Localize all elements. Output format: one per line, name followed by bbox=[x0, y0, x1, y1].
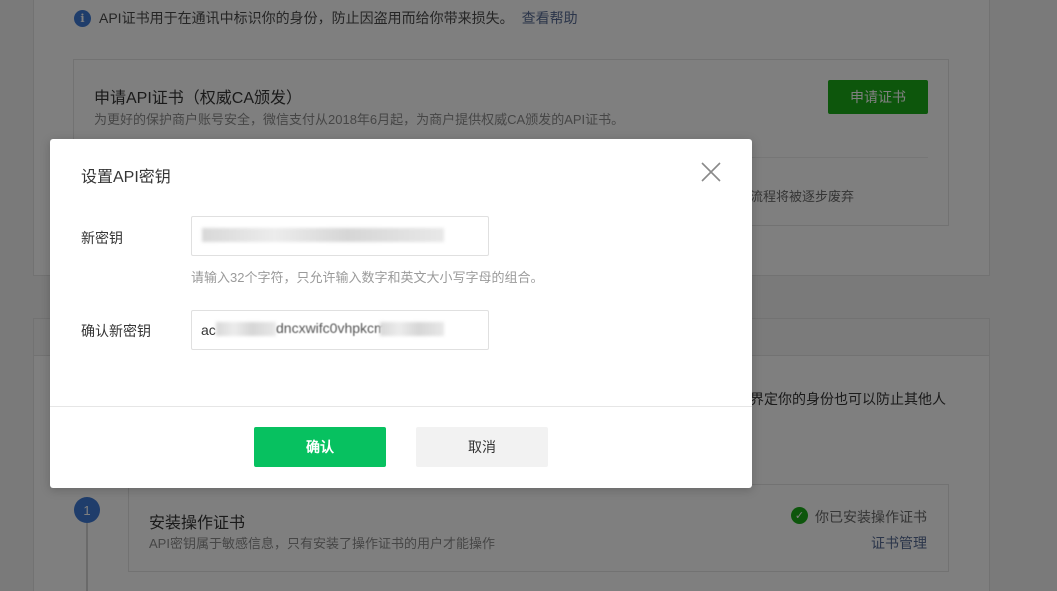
confirm-button[interactable]: 确认 bbox=[254, 427, 386, 467]
confirm-key-visible-tail: dncxwifc0vhpkcm bbox=[276, 320, 386, 336]
key-hint: 请输入32个字符，只允许输入数字和英文大小写字母的组合。 bbox=[191, 270, 544, 285]
set-api-key-dialog: 设置API密钥 新密钥 请输入32个字符，只允许输入数字和英文大小写字母的组合。… bbox=[50, 139, 752, 488]
cancel-button[interactable]: 取消 bbox=[416, 427, 548, 467]
new-key-label: 新密钥 bbox=[81, 230, 123, 246]
confirm-key-redaction-1 bbox=[216, 322, 276, 336]
new-key-redaction bbox=[202, 228, 444, 242]
confirm-key-redaction-2 bbox=[380, 322, 444, 336]
close-icon[interactable] bbox=[700, 161, 722, 183]
dialog-title: 设置API密钥 bbox=[81, 169, 171, 186]
dialog-divider bbox=[50, 406, 752, 407]
confirm-key-label: 确认新密钥 bbox=[81, 323, 151, 339]
